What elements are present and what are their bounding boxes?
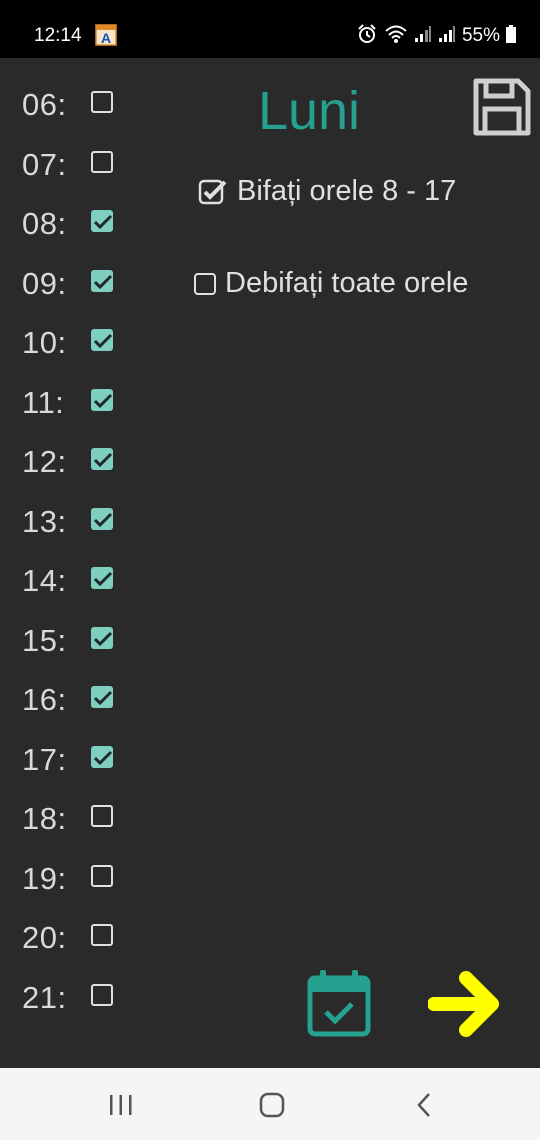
hour-row: 07: (22, 145, 132, 185)
system-nav-bar (0, 1068, 540, 1140)
hour-checkbox[interactable] (91, 805, 113, 827)
hour-row: 06: (22, 85, 132, 125)
check-8-17-label: Bifați orele 8 - 17 (237, 175, 457, 207)
signal-icon (438, 25, 456, 48)
hour-checkbox-checked[interactable] (91, 508, 113, 530)
hour-row: 21: (22, 978, 132, 1018)
hour-checkbox[interactable] (91, 984, 113, 1006)
hour-checkbox-checked[interactable] (91, 746, 113, 768)
hour-label: 08: (22, 206, 67, 241)
page-title: Luni (257, 81, 361, 141)
status-time: 12:14 (34, 25, 82, 46)
hour-label: 13: (22, 504, 67, 539)
hour-row: 14: (22, 561, 132, 601)
calendar-check-icon[interactable] (306, 968, 372, 1038)
hour-checkbox[interactable] (91, 151, 113, 173)
hour-row: 12: (22, 442, 132, 482)
hour-label: 19: (22, 861, 67, 896)
hour-label: 15: (22, 623, 67, 658)
hour-label: 09: (22, 266, 67, 301)
hour-label: 18: (22, 801, 67, 836)
hour-label: 20: (22, 920, 67, 955)
uncheck-all-option[interactable]: Debifați toate orele (194, 267, 468, 300)
hour-checkbox-checked[interactable] (91, 567, 113, 589)
hour-row: 15: (22, 621, 132, 661)
hour-checkbox[interactable] (91, 91, 113, 113)
hour-row: 10: (22, 323, 132, 363)
hour-checkbox-checked[interactable] (91, 448, 113, 470)
hour-row: 11: (22, 383, 132, 423)
hour-checkbox-checked[interactable] (91, 686, 113, 708)
back-icon[interactable] (404, 1090, 444, 1120)
battery-percent: 55% (461, 25, 500, 46)
alarm-icon (356, 23, 378, 50)
recents-icon[interactable] (101, 1090, 141, 1120)
arrow-right-icon[interactable] (427, 968, 500, 1040)
battery-icon (506, 24, 516, 48)
hour-row: 18: (22, 799, 132, 839)
hour-checkbox-checked[interactable] (91, 270, 113, 292)
hour-row: 13: (22, 502, 132, 542)
home-icon[interactable] (252, 1090, 292, 1120)
signal-icon (414, 25, 432, 48)
hour-row: 19: (22, 859, 132, 899)
wifi-icon (384, 24, 408, 49)
status-bar: 12:14 A 55% (0, 0, 540, 58)
check-8-17-option[interactable]: Bifați orele 8 - 17 (198, 175, 456, 208)
hour-checkbox-checked[interactable] (91, 210, 113, 232)
checkbox-empty-icon[interactable] (194, 272, 216, 295)
hour-label: 12: (22, 444, 67, 479)
status-icons: 55% (356, 23, 516, 49)
hour-row: 17: (22, 740, 132, 780)
hour-row: 08: (22, 204, 132, 244)
hour-label: 17: (22, 742, 67, 777)
hour-row: 16: (22, 680, 132, 720)
hour-checkbox-checked[interactable] (91, 329, 113, 351)
hour-label: 16: (22, 682, 67, 717)
hour-label: 10: (22, 325, 67, 360)
hour-checkbox-checked[interactable] (91, 389, 113, 411)
hour-label: 07: (22, 147, 67, 182)
hour-label: 14: (22, 563, 67, 598)
hour-label: 21: (22, 980, 67, 1015)
hour-checkbox[interactable] (91, 865, 113, 887)
hour-row: 20: (22, 918, 132, 958)
svg-text:A: A (101, 30, 111, 46)
hour-label: 11: (22, 385, 65, 420)
app-notification-icon: A (95, 22, 117, 46)
checkbox-checked-icon[interactable] (198, 177, 228, 207)
hour-checkbox-checked[interactable] (91, 627, 113, 649)
main-content: 06: 07: 08: 09: 10: 11: 12: 13: 14: 15: 16: 17: 18: 1… (0, 58, 540, 1068)
hour-checkbox[interactable] (91, 924, 113, 946)
hour-row: 09: (22, 264, 132, 304)
uncheck-all-label: Debifați toate orele (225, 267, 469, 299)
hour-label: 06: (22, 87, 67, 122)
save-icon[interactable] (472, 77, 532, 137)
